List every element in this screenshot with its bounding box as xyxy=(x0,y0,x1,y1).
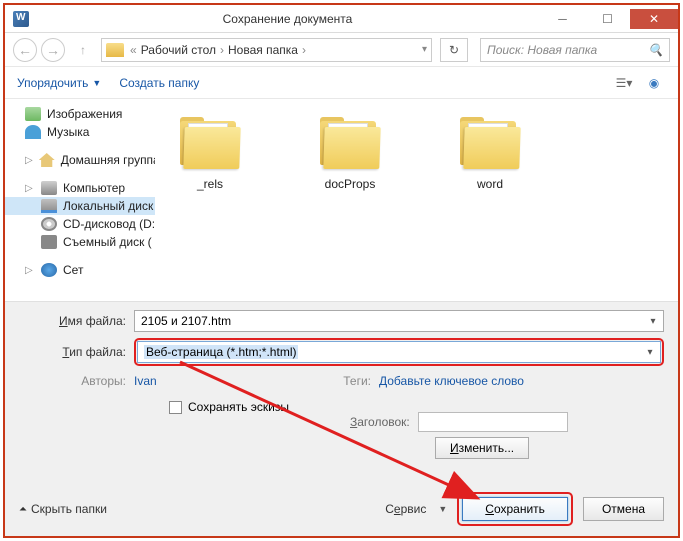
folder-label: docProps xyxy=(325,177,376,191)
folder-label: word xyxy=(477,177,503,191)
authors-value[interactable]: Ivan xyxy=(134,374,157,388)
up-button[interactable]: ↑ xyxy=(73,40,93,60)
word-app-icon xyxy=(13,11,29,27)
sidebar-item-label: Музыка xyxy=(47,125,89,139)
service-menu[interactable]: Сервис xyxy=(385,502,426,516)
sidebar-item[interactable]: ▷Компьютер xyxy=(5,179,155,197)
save-thumb-label: Сохранять эскизы xyxy=(188,400,289,414)
disk-icon xyxy=(41,199,57,213)
folder-icon xyxy=(106,43,124,57)
breadcrumb-item[interactable]: Новая папка xyxy=(228,43,298,57)
hide-folders-toggle[interactable]: ⏶ Скрыть папки xyxy=(19,502,107,516)
sidebar-item[interactable]: Съемный диск ( xyxy=(5,233,155,251)
chevron-down-icon[interactable]: ▾ xyxy=(422,44,427,55)
bottom-panel: Имя файла: 2105 и 2107.htm ▾ Тип файла: … xyxy=(5,301,678,536)
search-icon: 🔍 xyxy=(648,43,663,57)
chevron-down-icon[interactable]: ▼ xyxy=(438,504,447,514)
minimize-button[interactable]: ─ xyxy=(540,9,585,29)
nav-bar: ← → ↑ « Рабочий стол › Новая папка › ▾ ↻… xyxy=(5,33,678,67)
sidebar-item-label: Домашняя группа xyxy=(61,153,155,167)
filetype-label: Тип файла: xyxy=(19,345,134,359)
sidebar-item-label: Локальный диск xyxy=(63,199,153,213)
folder-label: _rels xyxy=(197,177,223,191)
forward-button[interactable]: → xyxy=(41,38,65,62)
search-input[interactable]: Поиск: Новая папка 🔍 xyxy=(480,38,670,62)
sidebar-item[interactable]: ▷Сет xyxy=(5,261,155,279)
sidebar-item[interactable]: Локальный диск xyxy=(5,197,155,215)
home-icon xyxy=(39,153,55,167)
tags-label: Теги: xyxy=(319,374,379,388)
sidebar-item[interactable]: ▷Домашняя группа xyxy=(5,151,155,169)
close-button[interactable]: ✕ xyxy=(630,9,678,29)
titlebar: Сохранение документа ─ ☐ ✕ xyxy=(5,5,678,33)
folder-item[interactable]: word xyxy=(445,117,535,191)
cancel-button[interactable]: Отмена xyxy=(583,497,664,521)
sidebar-item[interactable]: CD-дисковод (D: xyxy=(5,215,155,233)
toolbar: Упорядочить▼ Создать папку ☰▾ ◉ xyxy=(5,67,678,99)
save-button[interactable]: Сохранить xyxy=(462,497,568,521)
breadcrumb-item[interactable]: Рабочий стол xyxy=(141,43,216,57)
pic-icon xyxy=(25,107,41,121)
filename-input[interactable]: 2105 и 2107.htm ▾ xyxy=(134,310,664,332)
maximize-button[interactable]: ☐ xyxy=(585,9,630,29)
authors-label: Авторы: xyxy=(19,374,134,388)
organize-menu[interactable]: Упорядочить▼ xyxy=(17,76,101,90)
title-input[interactable] xyxy=(418,412,568,432)
sidebar-item[interactable]: Изображения xyxy=(5,105,155,123)
chevron-down-icon[interactable]: ▾ xyxy=(642,344,658,360)
sidebar-item-label: Сет xyxy=(63,263,83,277)
title-label: Заголовок: xyxy=(350,415,410,429)
folder-item[interactable]: docProps xyxy=(305,117,395,191)
cd-icon xyxy=(41,217,57,231)
save-thumb-checkbox[interactable] xyxy=(169,401,182,414)
filetype-select[interactable]: Веб-страница (*.htm;*.html) ▾ xyxy=(137,341,661,363)
refresh-button[interactable]: ↻ xyxy=(440,38,468,62)
net-icon xyxy=(41,263,57,277)
folder-icon xyxy=(458,117,522,169)
comp-icon xyxy=(41,181,57,195)
address-bar[interactable]: « Рабочий стол › Новая папка › ▾ xyxy=(101,38,432,62)
new-folder-button[interactable]: Создать папку xyxy=(119,76,199,90)
chevron-down-icon[interactable]: ▾ xyxy=(645,313,661,329)
help-icon[interactable]: ◉ xyxy=(642,72,666,94)
tags-link[interactable]: Добавьте ключевое слово xyxy=(379,374,524,388)
filename-label: Имя файла: xyxy=(19,314,134,328)
sidebar-item-label: Компьютер xyxy=(63,181,125,195)
usb-icon xyxy=(41,235,57,249)
mus-icon xyxy=(25,125,41,139)
folder-item[interactable]: _rels xyxy=(165,117,255,191)
sidebar-item-label: Изображения xyxy=(47,107,122,121)
folder-icon xyxy=(318,117,382,169)
folder-icon xyxy=(178,117,242,169)
file-list[interactable]: _rels docProps word xyxy=(155,99,678,301)
sidebar-item-label: Съемный диск ( xyxy=(63,235,152,249)
sidebar-item[interactable]: Музыка xyxy=(5,123,155,141)
sidebar: Изображения Музыка ▷Домашняя группа ▷Компью… xyxy=(5,99,155,301)
sidebar-item-label: CD-дисковод (D: xyxy=(63,217,155,231)
view-options-icon[interactable]: ☰▾ xyxy=(612,72,636,94)
back-button[interactable]: ← xyxy=(13,38,37,62)
change-button[interactable]: Изменить... xyxy=(435,437,529,459)
window-title: Сохранение документа xyxy=(35,12,540,26)
